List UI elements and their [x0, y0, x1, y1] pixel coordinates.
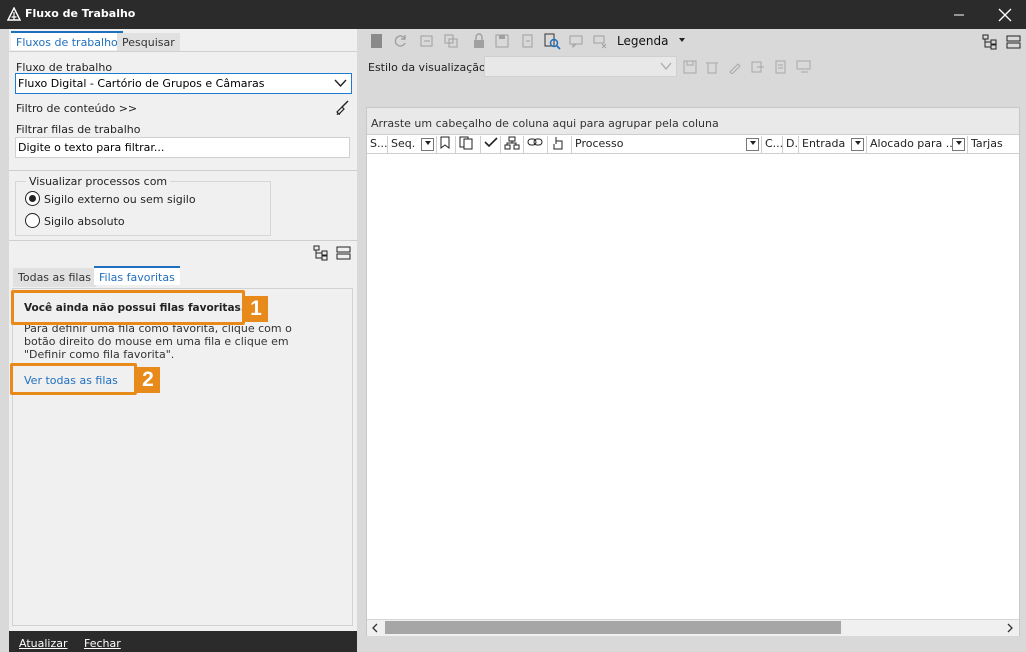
chevron-left-icon[interactable]: [371, 623, 379, 633]
seq-filter-button[interactable]: [421, 138, 434, 151]
apply-style-icon[interactable]: [795, 58, 813, 76]
column-header-bookmark[interactable]: [437, 136, 456, 153]
radio-sigilo-absoluto-label: Sigilo absoluto: [44, 215, 125, 228]
link-icon: [527, 138, 543, 146]
content-filter-toggle[interactable]: Filtro de conteúdo >>: [16, 102, 137, 115]
chevron-down-icon: [424, 141, 431, 145]
save-icon[interactable]: [368, 32, 386, 50]
tab-todas-as-filas[interactable]: Todas as filas: [13, 268, 96, 287]
filter-queues-input[interactable]: Digite o texto para filtrar...: [15, 137, 350, 158]
app-logo-icon: [7, 7, 21, 21]
comment-remove-icon[interactable]: [591, 32, 609, 50]
radio-sigilo-externo[interactable]: [25, 191, 40, 206]
copy-style-icon[interactable]: [772, 58, 790, 76]
hierarchy-icon: [504, 136, 520, 150]
refresh-icon[interactable]: [391, 32, 409, 50]
column-header-hand[interactable]: [548, 136, 572, 153]
filter-queues-label: Filtrar filas de trabalho: [16, 123, 141, 136]
checkmark-icon: [484, 137, 498, 148]
minimize-button[interactable]: [936, 0, 982, 29]
refresh-button[interactable]: Atualizar: [19, 637, 68, 650]
search-document-icon[interactable]: [543, 32, 561, 50]
group-by-hint: Arraste um cabeçalho de coluna aqui para…: [371, 117, 719, 130]
entrada-filter-button[interactable]: [851, 138, 864, 151]
tab-pesquisar[interactable]: Pesquisar: [117, 33, 180, 52]
collapse-list-icon[interactable]: [1006, 35, 1021, 49]
tree-view-icon[interactable]: [982, 34, 998, 50]
column-header-s[interactable]: S...: [367, 136, 388, 153]
chevron-down-icon: [854, 141, 861, 145]
column-header-c[interactable]: C...: [762, 136, 783, 153]
document-stack-icon: [459, 136, 473, 150]
title-bar: Fluxo de Trabalho: [0, 0, 1026, 29]
view-style-label: Estilo da visualização: [368, 61, 486, 74]
column-header-copies[interactable]: [456, 136, 481, 153]
comment-icon[interactable]: [567, 32, 585, 50]
close-panel-button[interactable]: Fechar: [84, 637, 121, 650]
export-style-icon[interactable]: [749, 58, 767, 76]
chevron-down-icon: [660, 62, 672, 71]
scrollbar-thumb[interactable]: [385, 621, 841, 634]
annotation-badge-2: 2: [136, 367, 160, 393]
column-header-seq-label: Seq.: [391, 137, 416, 150]
document-move-icon[interactable]: [519, 32, 537, 50]
tab-filas-favoritas[interactable]: Filas favoritas: [94, 266, 180, 285]
bookmark-icon: [440, 136, 450, 149]
divider: [9, 240, 357, 241]
close-button[interactable]: [982, 0, 1026, 29]
alocado-filter-button[interactable]: [952, 138, 965, 151]
window-title: Fluxo de Trabalho: [25, 7, 136, 20]
column-header-tarjas[interactable]: Tarjas: [968, 136, 1019, 153]
broom-icon[interactable]: [335, 100, 350, 115]
minimize-icon: [954, 14, 964, 15]
column-header-hierarchy[interactable]: [501, 136, 524, 153]
column-header-link[interactable]: [524, 136, 548, 153]
column-header-alocado-label: Alocado para ...: [870, 137, 957, 150]
view-style-select[interactable]: [484, 56, 677, 77]
column-header-check[interactable]: [481, 136, 501, 153]
tab-fluxos-de-trabalho[interactable]: Fluxos de trabalho: [11, 31, 123, 50]
tree-view-icon[interactable]: [313, 245, 329, 261]
queue-grid: [366, 107, 1020, 636]
column-header-entrada-label: Entrada: [802, 137, 846, 150]
save-style-icon[interactable]: [681, 58, 699, 76]
close-icon: [998, 8, 1012, 21]
export-icon[interactable]: [418, 32, 436, 50]
annotation-badge-1: 1: [244, 296, 268, 322]
radio-sigilo-absoluto[interactable]: [25, 213, 40, 228]
radio-sigilo-externo-label: Sigilo externo ou sem sigilo: [44, 193, 196, 206]
chevron-right-icon[interactable]: [1006, 623, 1014, 633]
copy-icon[interactable]: [442, 32, 460, 50]
filter-queues-placeholder: Digite o texto para filtrar...: [18, 141, 165, 154]
column-header-processo[interactable]: Processo: [572, 136, 762, 153]
no-favorites-help: Para definir uma fila como favorita, cli…: [24, 322, 292, 361]
column-header-processo-label: Processo: [575, 137, 624, 150]
divider: [9, 170, 357, 171]
disk-icon[interactable]: [493, 32, 511, 50]
chevron-down-icon[interactable]: [678, 37, 686, 43]
column-header-d[interactable]: D...: [783, 136, 799, 153]
annotation-box-2: [10, 363, 137, 395]
edit-style-icon[interactable]: [726, 58, 744, 76]
collapse-list-icon[interactable]: [336, 246, 351, 260]
hand-pointer-icon: [553, 137, 563, 150]
delete-style-icon[interactable]: [703, 58, 721, 76]
processo-filter-button[interactable]: [746, 138, 759, 151]
annotation-box-1: [11, 290, 245, 325]
workflow-select-value: Fluxo Digital - Cartório de Grupos e Câm…: [18, 77, 265, 90]
chevron-down-icon: [955, 141, 962, 145]
legend-menu[interactable]: Legenda: [617, 34, 668, 48]
chevron-down-icon: [334, 79, 347, 88]
visualize-label: Visualizar processos com: [26, 175, 171, 188]
lock-icon[interactable]: [470, 32, 488, 50]
chevron-down-icon: [749, 141, 756, 145]
workflow-select[interactable]: Fluxo Digital - Cartório de Grupos e Câm…: [15, 73, 352, 94]
